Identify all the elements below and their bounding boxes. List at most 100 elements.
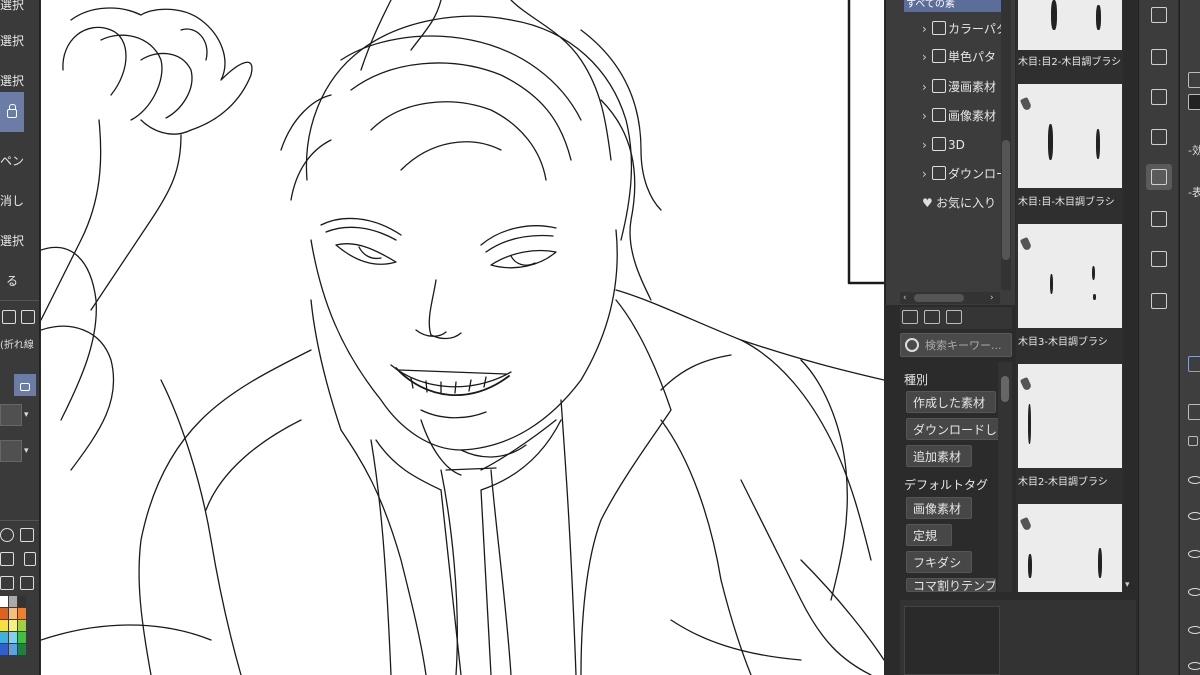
tree-item-image-material[interactable]: › 画像素材 [886,103,1004,129]
tree-horizontal-scrollbar[interactable] [900,292,1000,304]
add-icon[interactable] [2,310,16,324]
material-scrollbar[interactable]: ▾ [1123,0,1136,592]
color-swatch[interactable] [0,596,8,607]
dock-item-history[interactable] [1146,206,1172,232]
tree-item-favorites[interactable]: ♥ お気に入り [886,190,1004,216]
color-swatch[interactable] [9,620,17,631]
color-swatch[interactable] [0,608,8,619]
chevron-down-icon[interactable]: ▾ [24,440,38,462]
color-swatch[interactable] [18,596,26,607]
search-icon[interactable] [0,576,14,590]
tag-frame-template[interactable]: コマ割りテンプレ [906,578,996,592]
scroll-thumb[interactable] [914,294,964,302]
tag-added-material[interactable]: 追加素材 [906,445,972,467]
eye-icon[interactable] [1188,626,1200,634]
drawing-canvas[interactable] [41,0,884,675]
eye-icon[interactable] [1188,550,1200,558]
lock-icon [20,383,30,391]
tree-item-mono-pattern[interactable]: › 単色パタ [886,44,1004,70]
chevron-down-icon[interactable] [24,552,36,566]
search-input[interactable] [925,336,1011,354]
chevron-down-icon[interactable]: ▾ [24,404,38,426]
lock-toggle-2[interactable] [14,374,36,396]
edit-icon[interactable] [946,310,962,324]
sub-tool-select-2[interactable]: 選択 [0,30,38,52]
material-thumb[interactable] [1018,224,1122,328]
figure-icon [1151,293,1167,309]
checkbox[interactable] [1188,436,1198,446]
sub-tool-pen[interactable]: ペン [0,150,38,172]
lock-toggle[interactable] [0,92,24,132]
scroll-thumb[interactable] [1002,140,1010,260]
scroll-left-icon[interactable]: ‹ [903,292,907,304]
color-icon[interactable] [1188,94,1200,110]
wrench-icon[interactable] [20,528,34,542]
new-folder-icon[interactable] [902,310,918,324]
duplicate-icon[interactable] [924,310,940,324]
material-thumb[interactable] [1018,84,1122,188]
tag-speech-balloon[interactable]: フキダシ [906,551,972,573]
tree-item-all-materials[interactable]: すべての素 [904,0,1004,12]
sub-tool-misc[interactable]: る [0,270,38,292]
chevron-down-icon[interactable]: ▾ [1125,580,1130,590]
dock-item-navigator[interactable] [1146,2,1172,28]
tree-scrollbar[interactable] [1001,0,1011,290]
default-tag-label: デフォルトタグ [904,478,989,492]
dock-item-info[interactable] [1146,84,1172,110]
sub-tool-select-1[interactable]: 選択 [0,0,38,16]
dock-item-layer-props[interactable] [1146,124,1172,150]
sub-tool-select-3[interactable]: 選択 [0,70,38,92]
layer-icon[interactable] [0,552,14,566]
tree-item-label: 3D [948,138,965,152]
material-thumb[interactable] [1018,0,1122,50]
tag-created-material[interactable]: 作成した素材 [906,391,996,413]
color-swatch[interactable] [18,620,26,631]
eye-icon[interactable] [1188,512,1200,520]
divider [0,300,39,301]
chevron-right-icon: › [922,138,927,152]
clock-icon[interactable] [0,528,14,542]
scroll-thumb[interactable] [1001,376,1009,402]
palette-dock [1138,0,1178,675]
tree-item-3d[interactable]: › 3D [886,132,1004,158]
edit-icon [1151,211,1167,227]
tree-item-color-pattern[interactable]: › カラーパタ [886,16,1004,42]
tree-item-manga-material[interactable]: › 漫画素材 [886,74,1004,100]
layer-thumb[interactable] [1188,356,1200,372]
color-swatch[interactable] [9,632,17,643]
eye-icon[interactable] [1188,476,1200,484]
dock-item-material[interactable] [1146,164,1172,190]
scroll-right-icon[interactable]: › [990,292,994,304]
material-thumb[interactable] [1018,504,1122,592]
option-select-1[interactable] [0,404,22,426]
color-swatch[interactable] [18,632,26,643]
color-palette[interactable] [0,596,26,675]
tree-item-download[interactable]: › ダウンロー [886,161,1004,187]
color-swatch[interactable] [18,608,26,619]
option-select-2[interactable] [0,440,22,462]
download-icon[interactable] [20,576,34,590]
dock-item-pose[interactable] [1146,288,1172,314]
tag-ruler[interactable]: 定規 [906,524,952,546]
trash-icon[interactable] [21,310,35,324]
sub-tool-eraser[interactable]: 消し [0,190,38,212]
color-swatch[interactable] [0,644,8,655]
eye-icon[interactable] [1188,662,1200,670]
dock-item-sub-view[interactable] [1146,44,1172,70]
tag-scrollbar[interactable] [998,362,1012,592]
material-thumb[interactable] [1018,364,1122,468]
color-swatch[interactable] [18,644,26,655]
dock-item-object[interactable] [1146,246,1172,272]
mode-icon[interactable] [1188,72,1200,88]
tag-image-material[interactable]: 画像素材 [906,497,972,519]
color-swatch[interactable] [9,644,17,655]
color-swatch[interactable] [0,632,8,643]
sub-tool-select-4[interactable]: 選択 [0,230,38,252]
sub-tool-label: る [5,274,18,288]
color-swatch[interactable] [0,620,8,631]
color-swatch[interactable] [9,596,17,607]
color-swatch[interactable] [9,608,17,619]
tag-downloaded[interactable]: ダウンロードした素 [906,418,1001,440]
eye-icon[interactable] [1188,588,1200,596]
layer-mask-icon[interactable] [1188,404,1200,420]
